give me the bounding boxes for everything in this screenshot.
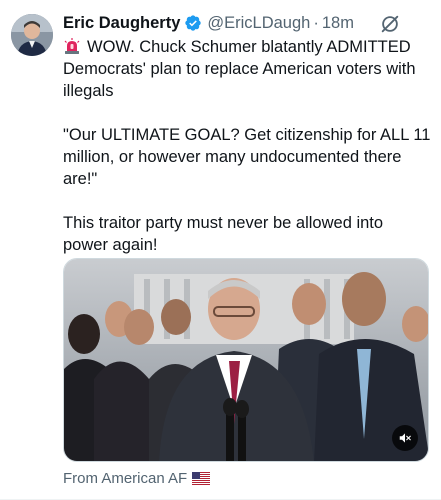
tweet-header: Eric Daugherty @EricLDaugh · 18m xyxy=(63,12,354,34)
us-flag-emoji-icon xyxy=(192,472,211,485)
video-player[interactable] xyxy=(63,258,429,462)
tweet-text: WOW. Chuck Schumer blatantly ADMITTED De… xyxy=(63,36,431,256)
avatar-image xyxy=(11,14,53,56)
tweet-line-1-text: WOW. Chuck Schumer blatantly ADMITTED De… xyxy=(63,38,416,100)
separator-dot: · xyxy=(313,13,319,32)
media-source[interactable]: From American AF xyxy=(63,470,211,487)
mute-button[interactable] xyxy=(392,425,418,451)
avatar[interactable] xyxy=(11,14,53,56)
author-handle[interactable]: @EricLDaugh xyxy=(207,14,310,33)
volume-muted-icon xyxy=(399,433,411,443)
siren-emoji-icon xyxy=(64,38,80,54)
verified-badge-icon xyxy=(185,15,202,31)
tweet-closing: This traitor party must never be allowed… xyxy=(63,214,384,254)
video-thumbnail xyxy=(64,259,428,461)
author-name[interactable]: Eric Daugherty xyxy=(63,14,180,33)
tweet-line-1: WOW. Chuck Schumer blatantly ADMITTED De… xyxy=(63,36,431,102)
timestamp[interactable]: 18m xyxy=(322,14,354,33)
tweet-quote: "Our ULTIMATE GOAL? Get citizenship for … xyxy=(63,126,431,188)
tweet-card[interactable]: Eric Daugherty @EricLDaugh · 18m WOW. Ch… xyxy=(0,0,441,500)
grok-icon[interactable] xyxy=(379,13,401,35)
media-source-label[interactable]: From American AF xyxy=(63,470,187,487)
